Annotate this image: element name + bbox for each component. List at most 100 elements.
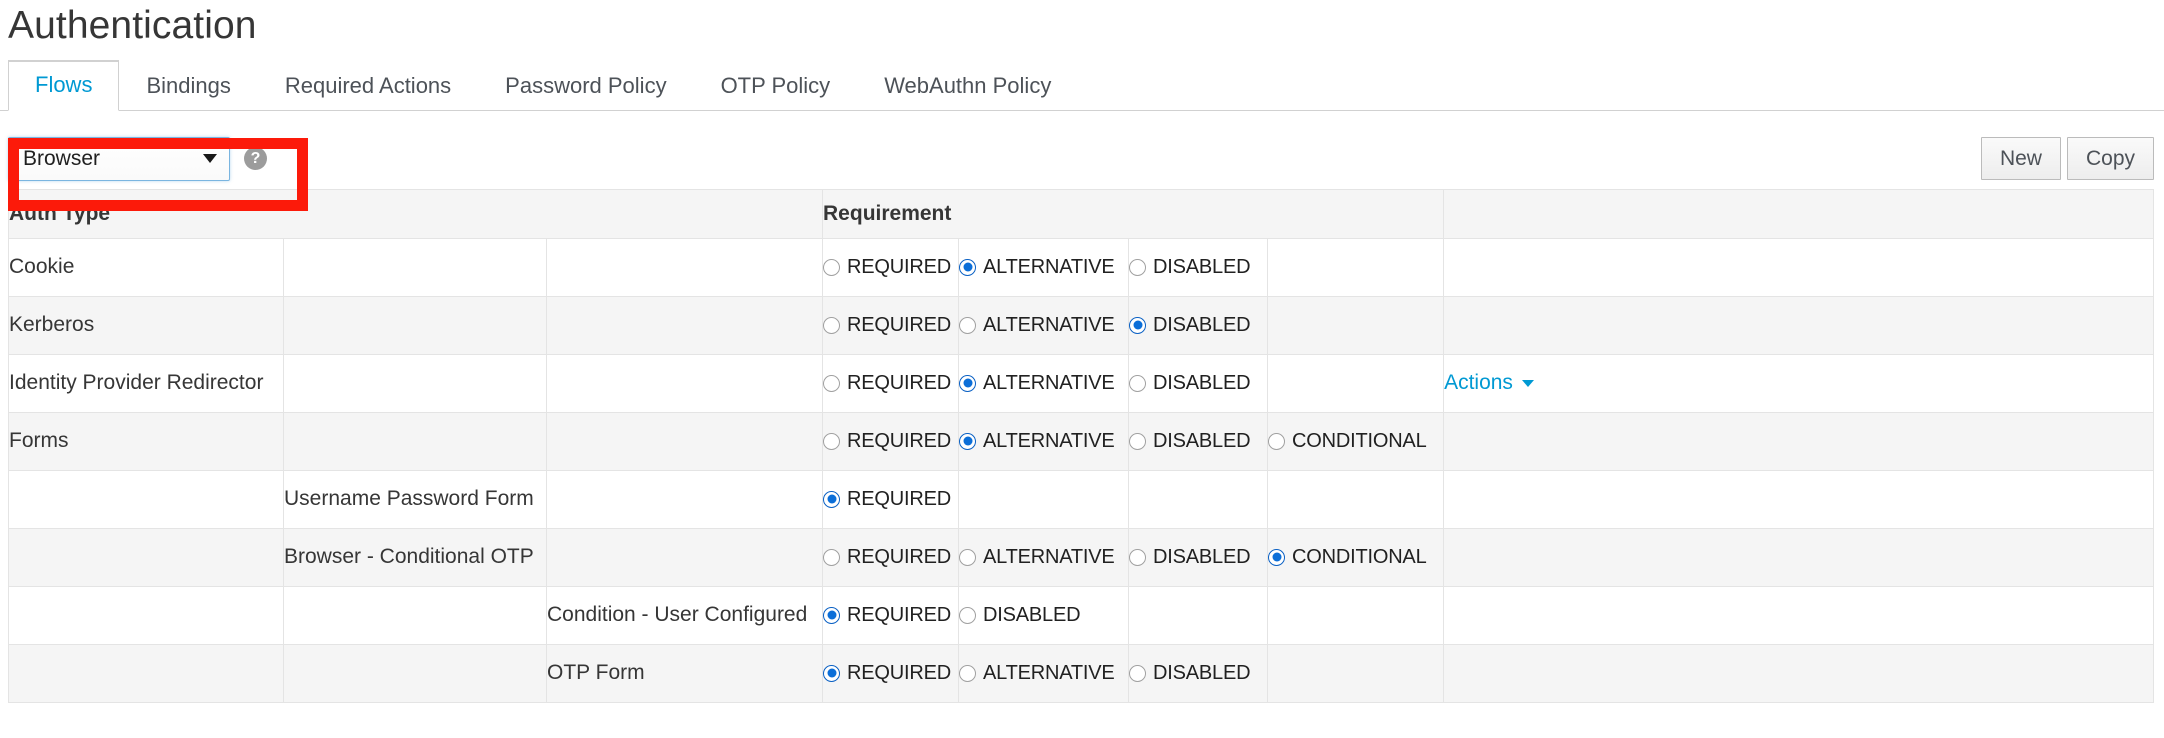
radio-option-alternative[interactable]: ALTERNATIVE (959, 662, 1128, 685)
radio-unchecked-icon[interactable] (823, 258, 841, 276)
radio-option-label: ALTERNATIVE (983, 255, 1115, 278)
radio-option-label: ALTERNATIVE (983, 429, 1115, 452)
row-actions-cell-empty (1443, 643, 2154, 703)
radio-unchecked-icon[interactable] (959, 664, 977, 682)
radio-option-disabled[interactable]: DISABLED (1129, 256, 1267, 279)
flow-select-group: Browser ? (8, 136, 267, 181)
radio-unchecked-icon[interactable] (1129, 664, 1147, 682)
radio-checked-icon[interactable] (823, 490, 841, 508)
radio-option-label: REQUIRED (847, 371, 951, 394)
radio-checked-icon[interactable] (1268, 548, 1286, 566)
radio-option-required[interactable]: REQUIRED (823, 604, 958, 627)
requirement-cell: ALTERNATIVE (958, 527, 1130, 587)
requirement-cell: DISABLED (1128, 411, 1269, 471)
radio-option-disabled[interactable]: DISABLED (1129, 546, 1267, 569)
radio-unchecked-icon[interactable] (1129, 374, 1147, 392)
table-row: Username Password Form REQUIRED (8, 469, 2154, 529)
radio-checked-icon[interactable] (959, 258, 977, 276)
requirement-cell: REQUIRED (822, 237, 960, 297)
requirement-cell: REQUIRED (822, 411, 960, 471)
radio-option-conditional[interactable]: CONDITIONAL (1268, 546, 1443, 569)
row-indent-cell (545, 469, 824, 529)
table-header: Auth Type Requirement (7, 188, 2154, 239)
radio-unchecked-icon[interactable] (823, 548, 841, 566)
radio-option-disabled[interactable]: DISABLED (1129, 430, 1267, 453)
radio-option-disabled[interactable]: DISABLED (1129, 314, 1267, 337)
radio-checked-icon[interactable] (959, 432, 977, 450)
copy-button[interactable]: Copy (2066, 137, 2154, 181)
radio-option-required[interactable]: REQUIRED (823, 256, 958, 279)
row-name-cell: Forms (8, 411, 284, 471)
radio-option-alternative[interactable]: ALTERNATIVE (959, 372, 1128, 395)
new-button[interactable]: New (1980, 137, 2061, 181)
requirement-cell: CONDITIONAL (1267, 527, 1445, 587)
page-title: Authentication (8, 4, 257, 47)
requirement-cell: CONDITIONAL (1267, 411, 1445, 471)
tab-webauthn-policy[interactable]: WebAuthn Policy (857, 62, 1078, 110)
requirement-cell-empty (1267, 469, 1445, 529)
tab-required-actions[interactable]: Required Actions (258, 62, 478, 110)
radio-unchecked-icon[interactable] (959, 316, 977, 334)
radio-unchecked-icon[interactable] (1129, 548, 1147, 566)
radio-option-disabled[interactable]: DISABLED (1129, 372, 1267, 395)
actions-dropdown-link[interactable]: Actions (1444, 371, 1534, 395)
radio-option-alternative[interactable]: ALTERNATIVE (959, 256, 1128, 279)
radio-option-required[interactable]: REQUIRED (823, 372, 958, 395)
radio-option-required[interactable]: REQUIRED (823, 430, 958, 453)
row-indent-cell (545, 237, 824, 297)
radio-option-disabled[interactable]: DISABLED (959, 604, 1128, 627)
radio-unchecked-icon[interactable] (959, 548, 977, 566)
radio-option-label: CONDITIONAL (1292, 429, 1427, 452)
tab-password-policy[interactable]: Password Policy (478, 62, 693, 110)
requirement-cell-empty (1267, 295, 1445, 355)
radio-option-label: ALTERNATIVE (983, 371, 1115, 394)
row-actions-cell-empty (1443, 469, 2154, 529)
radio-option-disabled[interactable]: DISABLED (1129, 662, 1267, 685)
table-row: Kerberos REQUIRED ALTERNATIVE DISABLED (8, 295, 2154, 355)
radio-checked-icon[interactable] (959, 374, 977, 392)
requirement-cell: REQUIRED (822, 353, 960, 413)
actions-link-label: Actions (1444, 371, 1513, 395)
radio-unchecked-icon[interactable] (1129, 258, 1147, 276)
radio-option-alternative[interactable]: ALTERNATIVE (959, 314, 1128, 337)
radio-option-label: REQUIRED (847, 545, 951, 568)
radio-unchecked-icon[interactable] (959, 606, 977, 624)
help-icon[interactable]: ? (244, 147, 267, 171)
radio-option-label: DISABLED (1153, 371, 1251, 394)
column-header-auth-type: Auth Type (7, 188, 824, 239)
tab-flows[interactable]: Flows (8, 60, 120, 111)
requirement-cell: ALTERNATIVE (958, 643, 1130, 703)
radio-option-alternative[interactable]: ALTERNATIVE (959, 430, 1128, 453)
row-name-cell: OTP Form (545, 643, 824, 703)
radio-unchecked-icon[interactable] (823, 374, 841, 392)
radio-checked-icon[interactable] (823, 606, 841, 624)
table-row: Browser - Conditional OTP REQUIRED ALTERNA… (8, 527, 2154, 587)
radio-option-label: DISABLED (1153, 661, 1251, 684)
row-actions-cell-empty (1443, 295, 2154, 355)
chevron-down-icon (203, 154, 217, 164)
requirement-cell-empty (1267, 237, 1445, 297)
requirement-cell-empty (1267, 585, 1445, 645)
row-indent-cell (545, 411, 824, 471)
radio-option-required[interactable]: REQUIRED (823, 314, 958, 337)
row-name-cell: Cookie (8, 237, 284, 297)
radio-checked-icon[interactable] (1129, 316, 1147, 334)
row-indent-cell (283, 585, 547, 645)
radio-option-required[interactable]: REQUIRED (823, 488, 958, 511)
tab-otp-policy[interactable]: OTP Policy (694, 62, 858, 110)
radio-option-alternative[interactable]: ALTERNATIVE (959, 546, 1128, 569)
radio-option-conditional[interactable]: CONDITIONAL (1268, 430, 1443, 453)
radio-option-required[interactable]: REQUIRED (823, 546, 958, 569)
radio-unchecked-icon[interactable] (1129, 432, 1147, 450)
radio-checked-icon[interactable] (823, 664, 841, 682)
radio-option-label: DISABLED (1153, 545, 1251, 568)
radio-unchecked-icon[interactable] (1268, 432, 1286, 450)
flow-select[interactable]: Browser (8, 136, 230, 181)
row-indent-cell (8, 527, 284, 587)
radio-option-label: ALTERNATIVE (983, 661, 1115, 684)
radio-option-required[interactable]: REQUIRED (823, 662, 958, 685)
radio-unchecked-icon[interactable] (823, 316, 841, 334)
radio-option-label: REQUIRED (847, 255, 951, 278)
tab-bindings[interactable]: Bindings (119, 62, 257, 110)
radio-unchecked-icon[interactable] (823, 432, 841, 450)
